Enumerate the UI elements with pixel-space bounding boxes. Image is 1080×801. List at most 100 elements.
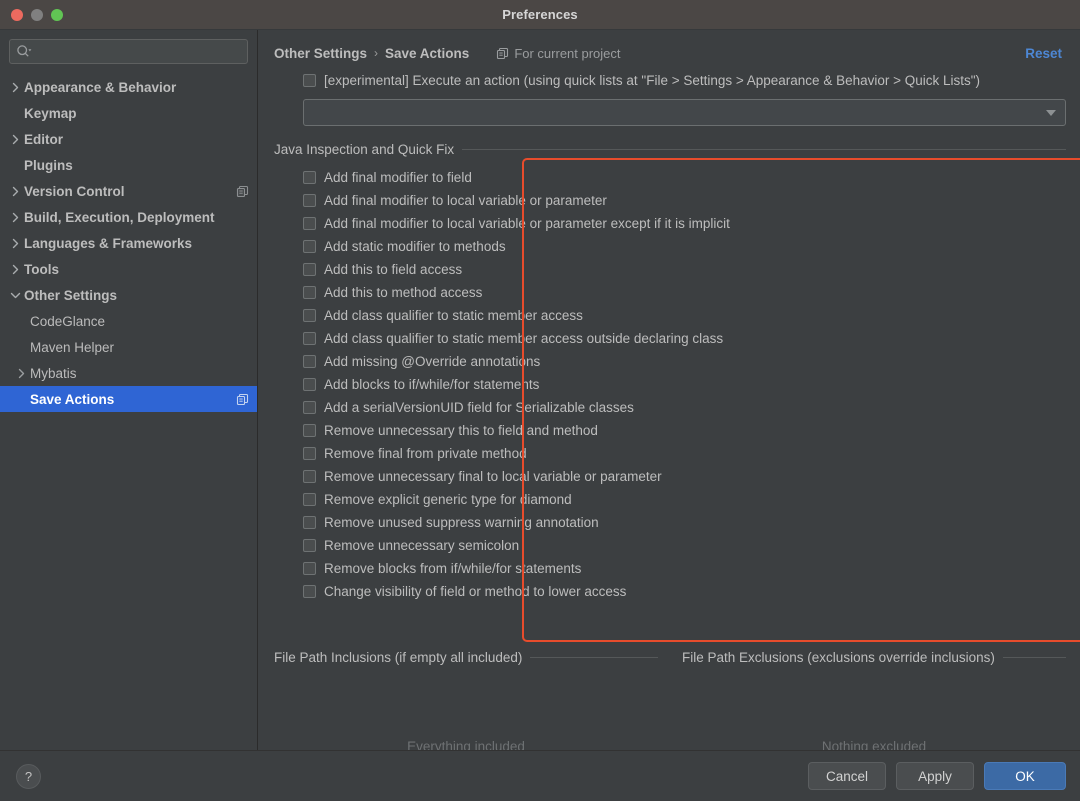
option-row[interactable]: Remove unnecessary final to local variab… <box>303 465 1066 488</box>
search-input[interactable] <box>9 39 248 64</box>
sidebar-item-plugins[interactable]: Plugins <box>0 152 257 178</box>
option-label: Add this to method access <box>324 285 482 300</box>
project-scope-icon <box>236 185 249 198</box>
option-row[interactable]: Add a serialVersionUID field for Seriali… <box>303 396 1066 419</box>
option-row[interactable]: Remove unnecessary semicolon <box>303 534 1066 557</box>
option-checkbox[interactable] <box>303 217 316 230</box>
option-row[interactable]: Add static modifier to methods <box>303 235 1066 258</box>
pane-divider <box>1003 657 1066 658</box>
java-inspection-option-list: Add final modifier to field Add final mo… <box>274 158 1066 603</box>
cancel-button[interactable]: Cancel <box>808 762 886 790</box>
chevron-right-icon[interactable] <box>12 368 30 379</box>
option-row[interactable]: Add final modifier to field <box>303 166 1066 189</box>
help-button[interactable]: ? <box>16 764 41 789</box>
option-row[interactable]: Add this to method access <box>303 281 1066 304</box>
option-checkbox[interactable] <box>303 562 316 575</box>
breadcrumb-separator: › <box>367 46 385 60</box>
breadcrumb-parent[interactable]: Other Settings <box>274 46 367 61</box>
option-checkbox[interactable] <box>303 332 316 345</box>
option-checkbox[interactable] <box>303 240 316 253</box>
option-checkbox[interactable] <box>303 378 316 391</box>
option-label: Add blocks to if/while/for statements <box>324 377 539 392</box>
file-path-exclusions-pane: File Path Exclusions (exclusions overrid… <box>658 650 1066 742</box>
close-window-button[interactable] <box>11 9 23 21</box>
sidebar-item-label: Editor <box>24 132 63 147</box>
option-row[interactable]: Add missing @Override annotations <box>303 350 1066 373</box>
quick-list-action-select[interactable] <box>303 99 1066 126</box>
settings-tree: Appearance & Behavior Keymap Editor <box>0 72 257 750</box>
preferences-window: Preferences Appear <box>0 0 1080 801</box>
sidebar-item-mybatis[interactable]: Mybatis <box>0 360 257 386</box>
chevron-right-icon[interactable] <box>6 238 24 249</box>
exclusions-list[interactable]: Nothing excluded <box>682 665 1066 754</box>
sidebar-item-tools[interactable]: Tools <box>0 256 257 282</box>
chevron-right-icon[interactable] <box>6 186 24 197</box>
sidebar-item-version-control[interactable]: Version Control <box>0 178 257 204</box>
option-label: Add static modifier to methods <box>324 239 506 254</box>
experimental-action-checkbox-row[interactable]: [experimental] Execute an action (using … <box>303 69 1066 91</box>
chevron-right-icon[interactable] <box>6 212 24 223</box>
option-row[interactable]: Remove final from private method <box>303 442 1066 465</box>
chevron-right-icon[interactable] <box>6 134 24 145</box>
sidebar-item-label: CodeGlance <box>30 314 105 329</box>
option-row[interactable]: Remove unused suppress warning annotatio… <box>303 511 1066 534</box>
option-checkbox[interactable] <box>303 171 316 184</box>
chevron-down-icon[interactable] <box>1046 110 1056 116</box>
option-row[interactable]: Add this to field access <box>303 258 1066 281</box>
ok-button[interactable]: OK <box>984 762 1066 790</box>
option-checkbox[interactable] <box>303 470 316 483</box>
sidebar-item-other-settings[interactable]: Other Settings <box>0 282 257 308</box>
maximize-window-button[interactable] <box>51 9 63 21</box>
chevron-right-icon[interactable] <box>6 264 24 275</box>
option-checkbox[interactable] <box>303 355 316 368</box>
option-checkbox[interactable] <box>303 447 316 460</box>
option-checkbox[interactable] <box>303 516 316 529</box>
option-label: Remove unnecessary semicolon <box>324 538 519 553</box>
option-label: Remove unnecessary final to local variab… <box>324 469 662 484</box>
option-checkbox[interactable] <box>303 194 316 207</box>
option-row[interactable]: Add final modifier to local variable or … <box>303 189 1066 212</box>
sidebar-item-languages-frameworks[interactable]: Languages & Frameworks <box>0 230 257 256</box>
sidebar-item-label: Languages & Frameworks <box>24 236 192 251</box>
sidebar-item-build-execution-deployment[interactable]: Build, Execution, Deployment <box>0 204 257 230</box>
option-label: Add this to field access <box>324 262 462 277</box>
sidebar-item-codeglance[interactable]: CodeGlance <box>0 308 257 334</box>
dialog-body: Appearance & Behavior Keymap Editor <box>0 30 1080 750</box>
experimental-action-checkbox[interactable] <box>303 74 316 87</box>
option-checkbox[interactable] <box>303 286 316 299</box>
sidebar-item-label: Other Settings <box>24 288 117 303</box>
sidebar-item-appearance-behavior[interactable]: Appearance & Behavior <box>0 74 257 100</box>
sidebar-item-keymap[interactable]: Keymap <box>0 100 257 126</box>
option-label: Add class qualifier to static member acc… <box>324 308 583 323</box>
option-checkbox[interactable] <box>303 309 316 322</box>
apply-button[interactable]: Apply <box>896 762 974 790</box>
sidebar-item-label: Mybatis <box>30 366 77 381</box>
option-row[interactable]: Remove unnecessary this to field and met… <box>303 419 1066 442</box>
inclusions-title: File Path Inclusions (if empty all inclu… <box>274 650 522 665</box>
minimize-window-button[interactable] <box>31 9 43 21</box>
option-label: Add final modifier to local variable or … <box>324 193 607 208</box>
option-row[interactable]: Change visibility of field or method to … <box>303 580 1066 603</box>
option-label: Remove final from private method <box>324 446 527 461</box>
option-row[interactable]: Add final modifier to local variable or … <box>303 212 1066 235</box>
inclusions-list[interactable]: Everything included <box>274 665 658 754</box>
option-checkbox[interactable] <box>303 401 316 414</box>
option-row[interactable]: Remove explicit generic type for diamond <box>303 488 1066 511</box>
option-row[interactable]: Add class qualifier to static member acc… <box>303 304 1066 327</box>
reset-link[interactable]: Reset <box>1025 46 1066 61</box>
option-checkbox[interactable] <box>303 424 316 437</box>
option-checkbox[interactable] <box>303 585 316 598</box>
option-row[interactable]: Remove blocks from if/while/for statemen… <box>303 557 1066 580</box>
option-row[interactable]: Add class qualifier to static member acc… <box>303 327 1066 350</box>
option-checkbox[interactable] <box>303 263 316 276</box>
chevron-right-icon[interactable] <box>6 82 24 93</box>
sidebar-item-save-actions[interactable]: Save Actions <box>0 386 257 412</box>
chevron-down-icon[interactable] <box>6 291 24 300</box>
sidebar-item-editor[interactable]: Editor <box>0 126 257 152</box>
option-checkbox[interactable] <box>303 493 316 506</box>
option-label: Add final modifier to local variable or … <box>324 216 730 231</box>
option-checkbox[interactable] <box>303 539 316 552</box>
option-row[interactable]: Add blocks to if/while/for statements <box>303 373 1066 396</box>
title-bar: Preferences <box>0 0 1080 30</box>
sidebar-item-maven-helper[interactable]: Maven Helper <box>0 334 257 360</box>
